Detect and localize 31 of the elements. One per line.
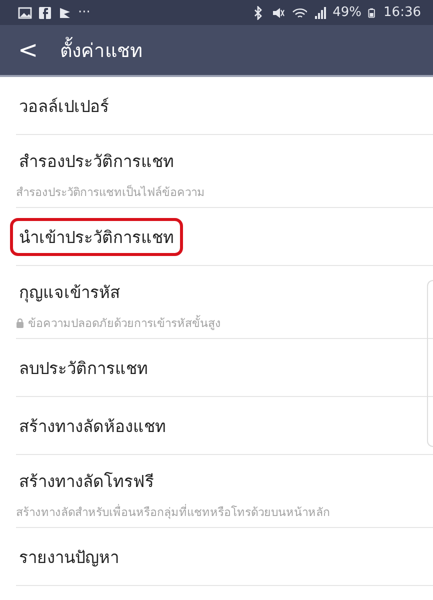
mute-icon	[270, 6, 285, 20]
flag-icon	[58, 6, 72, 20]
settings-item[interactable]: นำเข้าประวัติการแชท	[16, 208, 433, 266]
settings-item[interactable]: สร้างทางลัดโทรฟรี สร้างทางลัดสำหรับเพื่อนหรือกลุ่มที่แชทหรือโทรด้วยบนหน้าหลัก	[16, 455, 433, 528]
item-title: สำรองประวัติการแชท	[18, 150, 175, 172]
facebook-icon	[38, 6, 52, 20]
settings-item[interactable]: วอลล์เปเปอร์	[16, 77, 433, 135]
battery-percent: 49%	[332, 5, 362, 20]
settings-item[interactable]: สร้างทางลัดห้องแชท	[16, 397, 433, 455]
settings-item[interactable]: กุญแจเข้ารหัส ข้อความปลอดภัยด้วยการเข้ารหัสขั้นสูง	[16, 266, 433, 339]
highlighted-item-title: นำเข้าประวัติการแชท	[10, 218, 183, 256]
wifi-icon	[290, 6, 307, 20]
item-title: รายงานปัญหา	[18, 546, 120, 568]
clock: 16:36	[384, 5, 421, 20]
signal-icon	[312, 6, 327, 20]
settings-item[interactable]: สำรองประวัติการแชท สำรองประวัติการแชทเป็นไฟล์ข้อความ	[16, 135, 433, 208]
more-indicator: ···	[78, 5, 90, 20]
item-title: ลบประวัติการแชท	[18, 358, 149, 380]
item-title: สร้างทางลัดห้องแชท	[18, 416, 167, 438]
settings-item[interactable]: รายงานปัญหา	[16, 528, 433, 586]
battery-icon	[368, 6, 378, 20]
image-icon	[18, 6, 32, 20]
page-title: ตั้งค่าแชท	[60, 35, 144, 65]
item-title: กุญแจเข้ารหัส	[18, 282, 121, 304]
item-title: วอลล์เปเปอร์	[18, 96, 110, 118]
item-title: สร้างทางลัดโทรฟรี	[18, 470, 155, 492]
back-button[interactable]: <	[14, 36, 42, 64]
settings-item[interactable]: ลบประวัติการแชท	[16, 339, 433, 397]
item-description: ข้อความปลอดภัยด้วยการเข้ารหัสขั้นสูง	[28, 314, 221, 332]
item-description: สร้างทางลัดสำหรับเพื่อนหรือกลุ่มที่แชทหรือโทรด้วยบนหน้าหลัก	[16, 503, 330, 520]
item-description: สำรองประวัติการแชทเป็นไฟล์ข้อความ	[16, 184, 205, 200]
